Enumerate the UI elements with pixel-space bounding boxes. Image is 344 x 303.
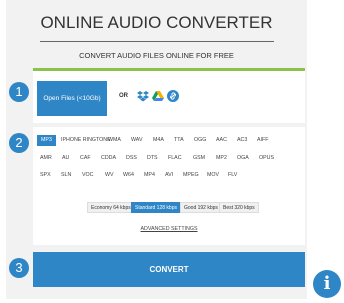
format-option[interactable]: DTS	[147, 153, 158, 164]
quality-option-good[interactable]: Good 192 kbps	[180, 202, 222, 213]
format-option[interactable]: FLV	[228, 170, 237, 181]
google-drive-icon[interactable]	[152, 90, 164, 102]
format-option[interactable]: AU	[62, 153, 69, 164]
quality-option-standard[interactable]: Standard 128 kbps	[131, 202, 181, 213]
format-option[interactable]: OGA	[237, 153, 249, 164]
step-1-badge: 1	[9, 82, 29, 102]
format-option[interactable]: MP4	[144, 170, 155, 181]
format-option[interactable]: SLN	[61, 170, 71, 181]
format-option[interactable]: AVI	[165, 170, 173, 181]
title-divider	[40, 41, 274, 42]
format-option[interactable]: IPHONE RINGTONE	[61, 135, 111, 146]
or-label: OR	[119, 93, 128, 99]
format-option[interactable]: AC3	[237, 135, 247, 146]
format-option[interactable]: OGG	[194, 135, 206, 146]
format-option[interactable]: AMR	[40, 153, 52, 164]
format-option[interactable]: GSM	[193, 153, 205, 164]
url-link-icon[interactable]	[167, 90, 179, 102]
open-files-button[interactable]: Open Files (<10Gb)	[37, 81, 107, 116]
format-option[interactable]: W64	[123, 170, 134, 181]
quality-option-economy[interactable]: Economy 64 kbps	[87, 202, 135, 213]
format-option[interactable]: M4A	[153, 135, 164, 146]
format-option[interactable]: SPX	[40, 170, 51, 181]
format-option[interactable]: OPUS	[259, 153, 274, 164]
format-option[interactable]: AIFF	[257, 135, 268, 146]
format-option[interactable]: CAF	[80, 153, 91, 164]
dropbox-icon[interactable]	[137, 90, 149, 102]
format-option[interactable]: MOV	[207, 170, 219, 181]
format-option[interactable]: MPEG	[183, 170, 199, 181]
format-option[interactable]: MP2	[216, 153, 227, 164]
format-section: MP3 IPHONE RINGTONE WMA WAV M4A TTA OGG …	[33, 127, 305, 245]
format-option[interactable]: VOC	[82, 170, 93, 181]
header: ONLINE AUDIO CONVERTER CONVERT AUDIO FIL…	[6, 0, 307, 64]
format-option[interactable]: WMA	[108, 135, 121, 146]
format-option[interactable]: WAV	[131, 135, 142, 146]
step-3-badge: 3	[9, 258, 29, 278]
format-option[interactable]: TTA	[174, 135, 184, 146]
format-option[interactable]: WV	[105, 170, 114, 181]
convert-button[interactable]: CONVERT	[33, 252, 305, 287]
page-subtitle: CONVERT AUDIO FILES ONLINE FOR FREE	[79, 51, 234, 60]
quality-option-best[interactable]: Best 320 kbps	[219, 202, 259, 213]
format-option[interactable]: AAC	[216, 135, 227, 146]
advanced-settings-link[interactable]: ADVANCED SETTINGS	[33, 226, 305, 232]
format-option[interactable]: MP3	[37, 135, 56, 146]
format-option[interactable]: FLAC	[168, 153, 182, 164]
format-option[interactable]: CDDA	[101, 153, 116, 164]
info-icon[interactable]: i	[313, 270, 341, 298]
format-option[interactable]: DSS	[126, 153, 137, 164]
page-title: ONLINE AUDIO CONVERTER	[40, 13, 273, 32]
step-2-badge: 2	[9, 133, 29, 153]
upload-section: Open Files (<10Gb) OR	[33, 71, 305, 123]
